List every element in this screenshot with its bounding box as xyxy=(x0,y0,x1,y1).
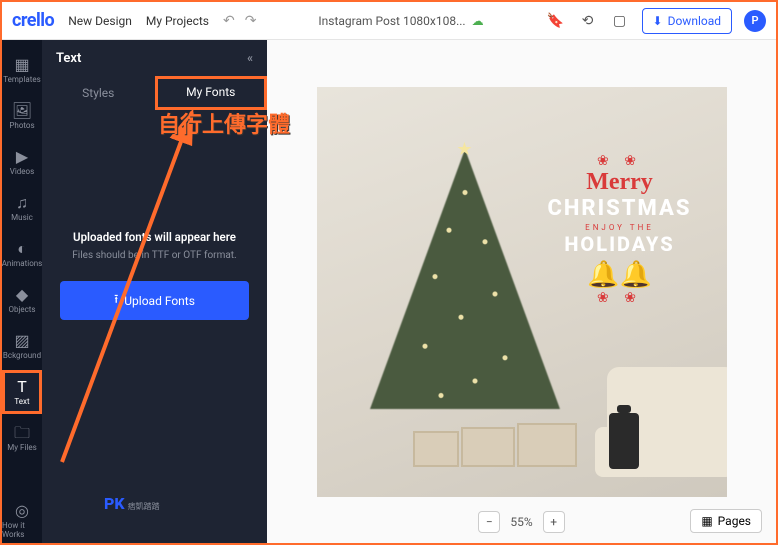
document-title[interactable]: Instagram Post 1080x108... ☁ xyxy=(270,14,531,28)
gift-box xyxy=(461,427,515,467)
present-icon[interactable]: ▢ xyxy=(610,13,630,29)
christmas-text: CHRISTMAS xyxy=(535,196,705,221)
bookmark-icon[interactable]: 🔖 xyxy=(546,13,566,29)
collapse-panel-icon[interactable]: « xyxy=(247,51,253,65)
rail-my-files-label: My Files xyxy=(7,443,36,452)
tab-my-fonts[interactable]: My Fonts xyxy=(155,76,268,110)
my-files-icon: 🗀 xyxy=(14,425,30,441)
lantern-illustration xyxy=(609,413,639,469)
watermark: PK痞凱踏踏 xyxy=(104,494,160,513)
enjoy-text: ENJOY THE xyxy=(535,223,705,232)
undo-redo-group: ↶ ↷ xyxy=(223,13,256,29)
rail-text[interactable]: T Text xyxy=(2,370,42,414)
rail-animations-label: Animations xyxy=(2,259,43,268)
rail-background-label: Bckground xyxy=(3,351,41,360)
rail-animations[interactable]: ◐ Animations xyxy=(2,232,42,276)
rail-background[interactable]: ▨ Bckground xyxy=(2,324,42,368)
pages-button[interactable]: ▦ Pages xyxy=(690,509,762,533)
panel-tabs: Styles My Fonts xyxy=(42,76,267,110)
upload-icon: ⭱ xyxy=(114,290,118,311)
rail-photos-label: Photos xyxy=(9,121,34,130)
rail-templates-label: Templates xyxy=(3,75,40,84)
music-icon: ♫ xyxy=(16,195,28,211)
photos-icon: 🖼 xyxy=(12,103,32,119)
top-right-group: 🔖 ⟲ ▢ ⬇ Download P xyxy=(546,8,766,34)
rail-my-files[interactable]: 🗀 My Files xyxy=(2,416,42,460)
rail-music-label: Music xyxy=(11,213,33,222)
pages-icon: ▦ xyxy=(701,514,712,528)
upload-fonts-label: Upload Fonts xyxy=(124,294,195,308)
top-bar: crello New Design My Projects ↶ ↷ Instag… xyxy=(2,2,776,40)
panel-body: Uploaded fonts will appear here Files sh… xyxy=(42,110,267,543)
zoom-out-button[interactable]: − xyxy=(478,511,500,533)
download-button[interactable]: ⬇ Download xyxy=(642,8,732,34)
panel-title: Text xyxy=(56,51,81,66)
christmas-text-overlay[interactable]: ❀ ❀ Merry CHRISTMAS ENJOY THE HOLIDAYS 🔔… xyxy=(535,153,705,306)
design-canvas[interactable]: ★ ❀ ❀ Merry CHRISTMAS ENJOY THE HOLIDAYS… xyxy=(317,87,727,497)
rail-how-it-works[interactable]: ◎ How it Works xyxy=(2,499,42,543)
share-icon[interactable]: ⟲ xyxy=(578,13,598,29)
rail-music[interactable]: ♫ Music xyxy=(2,186,42,230)
zoom-value: 55% xyxy=(510,515,532,529)
download-label: Download xyxy=(668,14,721,28)
tab-styles[interactable]: Styles xyxy=(42,76,155,110)
document-title-text: Instagram Post 1080x108... xyxy=(318,14,465,28)
rail-photos[interactable]: 🖼 Photos xyxy=(2,94,42,138)
star-icon: ★ xyxy=(456,139,472,160)
undo-icon[interactable]: ↶ xyxy=(223,13,235,29)
my-projects-link[interactable]: My Projects xyxy=(146,14,209,28)
avatar[interactable]: P xyxy=(744,10,766,32)
upload-fonts-subtext: Files should be in TTF or OTF format. xyxy=(72,250,236,261)
panel-header: Text « xyxy=(42,40,267,76)
merry-text: Merry xyxy=(535,169,705,196)
rail-videos-label: Videos xyxy=(10,167,34,176)
rail-objects[interactable]: ◆ Objects xyxy=(2,278,42,322)
gift-box xyxy=(517,423,577,467)
zoom-in-button[interactable]: + xyxy=(543,511,565,533)
text-icon: T xyxy=(17,379,27,395)
watermark-pk: PK xyxy=(104,494,125,513)
rail-how-it-works-label: How it Works xyxy=(2,521,42,539)
upload-fonts-button[interactable]: ⭱ Upload Fonts xyxy=(60,281,249,320)
side-panel: Text « Styles My Fonts Uploaded fonts wi… xyxy=(42,40,267,543)
gift-box xyxy=(413,431,459,467)
rail-videos[interactable]: ▶ Videos xyxy=(2,140,42,184)
templates-icon: ▦ xyxy=(14,57,29,73)
rail-objects-label: Objects xyxy=(8,305,35,314)
background-icon: ▨ xyxy=(14,333,29,349)
redo-icon[interactable]: ↷ xyxy=(245,13,257,29)
videos-icon: ▶ xyxy=(16,149,28,165)
logo: crello xyxy=(12,10,54,31)
rail-templates[interactable]: ▦ Templates xyxy=(2,48,42,92)
watermark-sub: 痞凱踏踏 xyxy=(128,502,160,511)
download-icon: ⬇ xyxy=(653,14,663,28)
new-design-link[interactable]: New Design xyxy=(68,14,132,28)
objects-icon: ◆ xyxy=(16,287,28,303)
how-it-works-icon: ◎ xyxy=(15,503,29,519)
sidebar-rail: ▦ Templates 🖼 Photos ▶ Videos ♫ Music ◐ Anima… xyxy=(2,40,42,543)
canvas-area: ★ ❀ ❀ Merry CHRISTMAS ENJOY THE HOLIDAYS… xyxy=(267,40,776,543)
bells-icon: 🔔🔔 xyxy=(535,260,705,290)
holly-deco-icon: ❀ ❀ xyxy=(535,290,705,306)
upload-fonts-heading: Uploaded fonts will appear here xyxy=(73,230,236,244)
pages-label: Pages xyxy=(718,514,751,528)
rail-text-label: Text xyxy=(14,397,29,406)
cloud-saved-icon: ☁ xyxy=(472,14,484,28)
holidays-text: HOLIDAYS xyxy=(535,232,705,256)
animations-icon: ◐ xyxy=(17,241,27,257)
holly-deco-icon: ❀ ❀ xyxy=(535,153,705,169)
